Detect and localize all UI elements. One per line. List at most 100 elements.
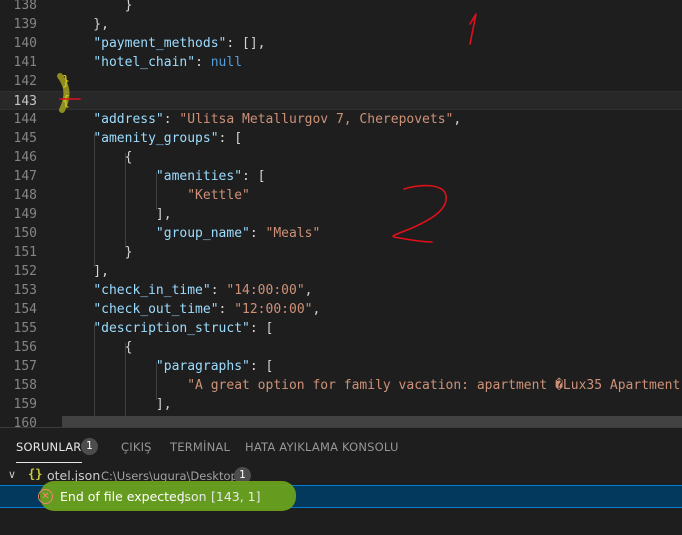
error-message: End of file expected. [60,489,189,504]
code-line[interactable]: 152 ], [0,262,682,281]
code-line[interactable]: 144 "address": "Ulitsa Metallurgov 7, Ch… [0,110,682,129]
code-token: "12:00:00" [234,302,313,317]
code-text: }, [62,15,109,34]
code-text: "hotel_chain": null [62,53,242,72]
code-token: , [312,302,321,317]
indent-guide [156,362,157,400]
code-token: "paragraphs" [155,359,250,374]
code-token: : [218,302,235,317]
code-token: "payment_methods" [93,36,227,51]
code-line[interactable]: 146 { [0,148,682,167]
code-token: : [ [249,321,274,336]
code-line[interactable]: 154 "check_out_time": "12:00:00", [0,300,682,319]
code-token: { [62,150,133,165]
code-line[interactable]: 141 "hotel_chain": null [0,53,682,72]
code-text: } [62,243,133,262]
code-token: "amenities" [155,169,243,184]
line-number: 160 [13,416,37,427]
code-editor[interactable]: 138 } 139 }, 140 "payment_methods": [], 141… [0,0,682,427]
tab-debug-console[interactable]: HATA AYIKLAMA KONSOLU [245,440,399,454]
code-line[interactable]: 147 "amenities": [ [0,167,682,186]
chevron-down-icon[interactable]: ∨ [8,468,16,481]
error-icon: ✕ [38,489,53,504]
code-text: "A great option for family vacation: apa… [62,376,680,395]
code-text: ], [62,262,109,281]
line-number: 140 [13,36,37,51]
indent-guide [94,134,95,267]
code-token: } [62,74,70,89]
tab-sorunlar[interactable]: SORUNLAR [16,440,82,463]
line-number: 142 [13,74,37,89]
line-number: 146 [13,150,37,165]
line-number: 143 [13,94,37,109]
code-token: { [62,94,70,109]
code-token: "Kettle" [187,188,250,203]
code-line[interactable]: 140 "payment_methods": [], [0,34,682,53]
code-token: : [249,226,266,241]
line-number: 147 [13,169,37,184]
code-token: , [453,112,462,127]
code-line[interactable]: 139 }, [0,15,682,34]
line-number: 158 [13,378,37,393]
code-line[interactable]: 150 "group_name": "Meals" [0,224,682,243]
code-text: "amenities": [ [62,167,266,186]
code-token: : [195,55,211,70]
problems-panel: SORUNLAR 1 ÇIKIŞ TERMİNAL HATA AYIKLAMA … [0,427,682,535]
indent-guide [125,153,126,248]
code-line[interactable]: 148 "Kettle" [0,186,682,205]
tab-cikis[interactable]: ÇIKIŞ [121,440,152,454]
line-number: 150 [13,226,37,241]
code-token: "check_in_time" [93,283,211,298]
code-token: }, [62,17,109,32]
code-line[interactable]: 142} [0,72,682,91]
line-number: 141 [13,55,37,70]
code-token: } [62,245,133,260]
code-line[interactable]: 156 { [0,338,682,357]
code-token: "14:00:00" [226,283,305,298]
code-line[interactable]: 157 "paragraphs": [ [0,357,682,376]
code-text: "check_out_time": "12:00:00", [62,300,320,319]
code-line[interactable]: 159 ], [0,395,682,414]
problem-item[interactable]: ✕ End of file expected. json [143, 1] [0,481,682,511]
code-line[interactable]: 145 "amenity_groups": [ [0,129,682,148]
code-text: { [62,338,133,357]
code-token: "address" [93,112,164,127]
code-token: { [62,340,133,355]
problem-count-badge: 1 [81,438,98,455]
code-text: { [62,92,70,111]
line-number: 155 [13,321,37,336]
line-number: 145 [13,131,37,146]
line-number: 149 [13,207,37,222]
code-line[interactable]: 155 "description_struct": [ [0,319,682,338]
line-number: 159 [13,397,37,412]
code-text: } [62,0,133,15]
code-token: null [210,55,243,70]
code-line[interactable]: 158 "A great option for family vacation:… [0,376,682,395]
code-line[interactable]: 143 { [0,91,682,110]
json-file-icon: {} [28,467,43,481]
code-text: "check_in_time": "14:00:00", [62,281,312,300]
line-number: 144 [13,112,37,127]
code-token: "hotel_chain" [93,55,196,70]
indent-guide [125,343,126,416]
code-token: : [210,283,227,298]
error-source: json [181,489,207,504]
horizontal-scrollbar[interactable] [62,416,682,427]
code-line[interactable]: 151 } [0,243,682,262]
line-number: 139 [13,17,37,32]
code-line[interactable]: 149 ], [0,205,682,224]
error-position: [143, 1] [211,489,261,504]
code-token: : [ [249,359,274,374]
code-token: : [163,112,180,127]
code-text: "amenity_groups": [ [62,129,242,148]
code-line[interactable]: 153 "check_in_time": "14:00:00", [0,281,682,300]
code-line[interactable]: 138 } [0,0,682,15]
line-number: 151 [13,245,37,260]
tab-terminal[interactable]: TERMİNAL [170,440,230,454]
code-token: "Meals" [265,226,321,241]
